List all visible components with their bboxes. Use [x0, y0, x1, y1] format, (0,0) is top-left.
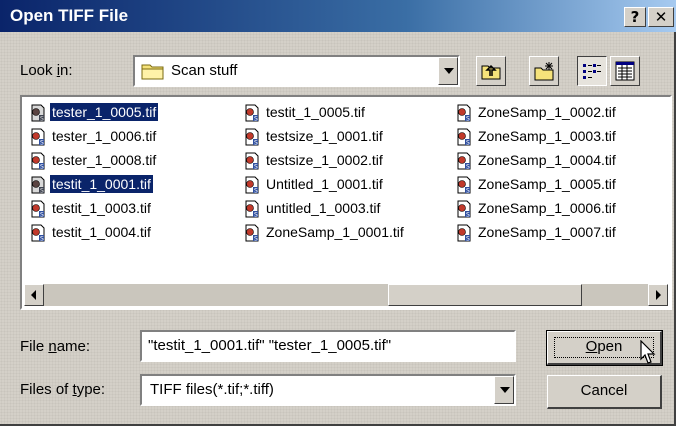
file-name-text: testit_1_0005.tif — [266, 104, 365, 120]
scroll-thumb[interactable] — [388, 284, 582, 306]
file-item[interactable]: Stestit_1_0001.tif — [28, 173, 158, 197]
svg-text:S: S — [40, 140, 44, 147]
focus-rectangle — [554, 337, 654, 358]
tiff-file-icon: S — [29, 224, 47, 248]
list-view-icon — [583, 64, 601, 79]
svg-text:S: S — [254, 164, 258, 171]
file-name-input[interactable]: "testit_1_0001.tif" "tester_1_0005.tif" — [140, 330, 516, 362]
svg-text:S: S — [466, 236, 470, 243]
file-name-text: tester_1_0005.tif — [50, 103, 159, 121]
file-item[interactable]: Stestit_1_0004.tif — [28, 221, 158, 245]
cancel-button[interactable]: Cancel — [547, 375, 662, 409]
file-item[interactable]: Stester_1_0008.tif — [28, 149, 158, 173]
look-in-value: Scan stuff — [171, 62, 238, 79]
file-name-text: ZoneSamp_1_0002.tif — [478, 104, 616, 120]
file-type-dropdown-button[interactable] — [494, 376, 514, 404]
scroll-left-button[interactable] — [24, 284, 44, 306]
help-button[interactable]: ? — [624, 7, 646, 27]
file-name-text: ZoneSamp_1_0007.tif — [478, 224, 616, 240]
file-name-text: tester_1_0008.tif — [52, 152, 157, 168]
up-folder-icon — [481, 64, 501, 80]
file-item[interactable]: S Untitled_1_0001.tif — [242, 173, 406, 197]
file-name-text: testit_1_0001.tif — [50, 175, 153, 193]
svg-text:S: S — [40, 188, 44, 195]
file-name-text: ZoneSamp_1_0004.tif — [478, 152, 616, 168]
file-item[interactable]: Stestsize_1_0002.tif — [242, 149, 406, 173]
tiff-file-icon: S — [243, 224, 261, 248]
new-folder-icon — [534, 62, 554, 81]
svg-text:S: S — [254, 140, 258, 147]
file-item[interactable]: Stester_1_0006.tif — [28, 125, 158, 149]
folder-icon — [141, 64, 164, 80]
svg-text:S: S — [254, 116, 258, 123]
file-list-column: Stestit_1_0005.tif Stestsize_1_0001.tif St… — [242, 101, 406, 245]
file-list[interactable]: Stester_1_0005.tif Stester_1_0006.tif Stes… — [20, 95, 672, 310]
svg-text:S: S — [254, 188, 258, 195]
file-item[interactable]: Stestsize_1_0001.tif — [242, 125, 406, 149]
file-name-text: testit_1_0004.tif — [52, 224, 151, 240]
horizontal-scrollbar[interactable] — [24, 284, 668, 306]
file-item[interactable]: Suntitled_1_0003.tif — [242, 197, 406, 221]
file-item[interactable]: Stestit_1_0003.tif — [28, 197, 158, 221]
new-folder-button[interactable] — [529, 56, 559, 86]
svg-text:S: S — [466, 212, 470, 219]
svg-text:S: S — [40, 116, 44, 123]
close-button[interactable]: ✕ — [648, 7, 674, 27]
file-name-text: Untitled_1_0001.tif — [266, 176, 383, 192]
file-item[interactable]: Stester_1_0005.tif — [28, 101, 159, 125]
up-folder-button[interactable] — [476, 56, 506, 86]
mouse-cursor-icon — [640, 340, 656, 364]
file-name-text: ZoneSamp_1_0006.tif — [478, 200, 616, 216]
file-type-dropdown[interactable]: TIFF files(*.tif;*.tiff) — [140, 374, 516, 406]
file-item[interactable]: S ZoneSamp_1_0005.tif — [454, 173, 618, 197]
file-name-label: File name: — [20, 338, 91, 355]
scroll-right-button[interactable] — [648, 284, 668, 306]
file-item[interactable]: S ZoneSamp_1_0001.tif — [242, 221, 406, 245]
file-name-text: tester_1_0006.tif — [52, 128, 157, 144]
svg-text:S: S — [254, 236, 258, 243]
look-in-dropdown-button[interactable] — [438, 57, 458, 85]
file-name-text: ZoneSamp_1_0003.tif — [478, 128, 616, 144]
svg-text:S: S — [466, 140, 470, 147]
file-name-text: testsize_1_0001.tif — [266, 128, 383, 144]
file-item[interactable]: S ZoneSamp_1_0002.tif — [454, 101, 618, 125]
file-name-text: ZoneSamp_1_0001.tif — [266, 224, 404, 240]
svg-text:S: S — [40, 212, 44, 219]
file-name-text: testit_1_0003.tif — [52, 200, 151, 216]
file-item[interactable]: S ZoneSamp_1_0006.tif — [454, 197, 618, 221]
svg-text:S: S — [466, 116, 470, 123]
list-view-button[interactable] — [577, 56, 607, 86]
file-type-label: Files of type: — [20, 381, 106, 398]
file-item[interactable]: Stestit_1_0005.tif — [242, 101, 406, 125]
file-list-column: Stester_1_0005.tif Stester_1_0006.tif Stes… — [28, 101, 159, 245]
svg-text:S: S — [466, 164, 470, 171]
file-item[interactable]: S ZoneSamp_1_0003.tif — [454, 125, 618, 149]
look-in-dropdown[interactable]: Scan stuff — [133, 55, 460, 87]
svg-text:S: S — [40, 236, 44, 243]
tiff-file-icon: S — [455, 224, 473, 248]
file-name-text: testsize_1_0002.tif — [266, 152, 383, 168]
svg-text:S: S — [466, 188, 470, 195]
file-list-column: S ZoneSamp_1_0002.tif S ZoneSamp_1_0003.tif… — [454, 101, 618, 245]
look-in-label: Look in: — [20, 62, 73, 79]
window-title: Open TIFF File — [10, 6, 129, 25]
file-item[interactable]: S ZoneSamp_1_0004.tif — [454, 149, 618, 173]
file-name-text: ZoneSamp_1_0005.tif — [478, 176, 616, 192]
file-name-text: untitled_1_0003.tif — [266, 200, 381, 216]
title-bar[interactable]: Open TIFF File ? ✕ — [0, 0, 676, 32]
file-item[interactable]: S ZoneSamp_1_0007.tif — [454, 221, 618, 245]
file-type-value: TIFF files(*.tif;*.tiff) — [150, 381, 274, 398]
svg-text:S: S — [254, 212, 258, 219]
details-view-icon — [615, 61, 635, 81]
svg-text:S: S — [40, 164, 44, 171]
details-view-button[interactable] — [610, 56, 640, 86]
open-tiff-dialog: Open TIFF File ? ✕ Look in: Scan stuff S… — [0, 0, 676, 426]
